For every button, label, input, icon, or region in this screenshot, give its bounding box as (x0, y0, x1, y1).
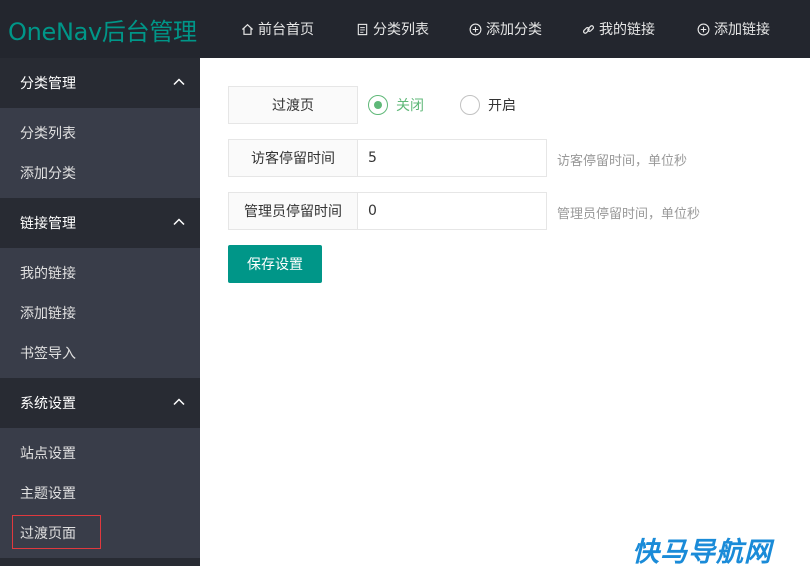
sidebar-group-label: 分类管理 (20, 76, 76, 92)
sidebar-item-label: 过渡页面 (20, 526, 76, 542)
top-header: OneNav后台管理 前台首页 分类列表 添加分类 我的链接 添加链接 (0, 0, 810, 58)
sidebar-item-label: 分类列表 (20, 126, 76, 142)
sidebar-item-site-settings[interactable]: 站点设置 (0, 433, 200, 473)
chevron-up-icon (173, 398, 185, 406)
save-settings-button[interactable]: 保存设置 (228, 245, 322, 283)
nav-add-category-label: 添加分类 (486, 22, 542, 38)
transition-label: 过渡页 (228, 86, 358, 124)
sidebar-group-label: 链接管理 (20, 216, 76, 232)
sidebar-item-add-category[interactable]: 添加分类 (0, 153, 200, 193)
sidebar-item-bookmark-import[interactable]: 书签导入 (0, 333, 200, 373)
sidebar-footer-strip (0, 558, 200, 566)
document-icon (355, 22, 369, 36)
sidebar-item-label: 添加分类 (20, 166, 76, 182)
watermark-text: 快马导航网 (632, 537, 772, 566)
visitor-stay-hint: 访客停留时间，单位秒 (557, 154, 688, 169)
sidebar-group-category[interactable]: 分类管理 (0, 58, 200, 108)
nav-my-links-label: 我的链接 (599, 22, 655, 38)
radio-label-on: 开启 (488, 98, 516, 114)
radio-transition-on[interactable]: 开启 (460, 94, 516, 116)
chevron-up-icon (173, 218, 185, 226)
admin-stay-hint: 管理员停留时间，单位秒 (557, 207, 701, 222)
link-icon (581, 22, 595, 36)
nav-my-links[interactable]: 我的链接 (581, 0, 655, 58)
sidebar: 分类管理 分类列表 添加分类 链接管理 我的链接 添加链接 书签导入 系统设置 … (0, 58, 200, 566)
sidebar-group-label: 系统设置 (20, 396, 76, 412)
app-logo[interactable]: OneNav后台管理 (8, 12, 197, 47)
sidebar-item-add-link[interactable]: 添加链接 (0, 293, 200, 333)
nav-add-link[interactable]: 添加链接 (696, 0, 770, 58)
sidebar-item-transition-page[interactable]: 过渡页面 (0, 513, 200, 553)
sidebar-item-theme-settings[interactable]: 主题设置 (0, 473, 200, 513)
nav-category-list[interactable]: 分类列表 (355, 0, 429, 58)
plus-circle-icon (468, 22, 482, 36)
nav-add-category[interactable]: 添加分类 (468, 0, 542, 58)
radio-circle-checked (368, 95, 388, 115)
visitor-stay-label: 访客停留时间 (228, 139, 358, 177)
sidebar-item-label: 我的链接 (20, 266, 76, 282)
sidebar-item-label: 书签导入 (20, 346, 76, 362)
nav-category-list-label: 分类列表 (373, 22, 429, 38)
radio-transition-off[interactable]: 关闭 (368, 94, 424, 116)
admin-stay-input[interactable] (357, 192, 547, 230)
sidebar-item-my-links[interactable]: 我的链接 (0, 253, 200, 293)
radio-circle-unchecked (460, 95, 480, 115)
nav-home[interactable]: 前台首页 (240, 0, 314, 58)
sidebar-item-label: 站点设置 (20, 446, 76, 462)
sidebar-item-category-list[interactable]: 分类列表 (0, 113, 200, 153)
sidebar-item-label: 添加链接 (20, 306, 76, 322)
radio-label-off: 关闭 (396, 98, 424, 114)
sidebar-group-links[interactable]: 链接管理 (0, 198, 200, 248)
home-icon (240, 22, 254, 36)
chevron-up-icon (173, 78, 185, 86)
nav-add-link-label: 添加链接 (714, 22, 770, 38)
sidebar-item-label: 主题设置 (20, 486, 76, 502)
sidebar-group-system[interactable]: 系统设置 (0, 378, 200, 428)
plus-circle-icon (696, 22, 710, 36)
admin-stay-label: 管理员停留时间 (228, 192, 358, 230)
nav-home-label: 前台首页 (258, 22, 314, 38)
visitor-stay-input[interactable] (357, 139, 547, 177)
